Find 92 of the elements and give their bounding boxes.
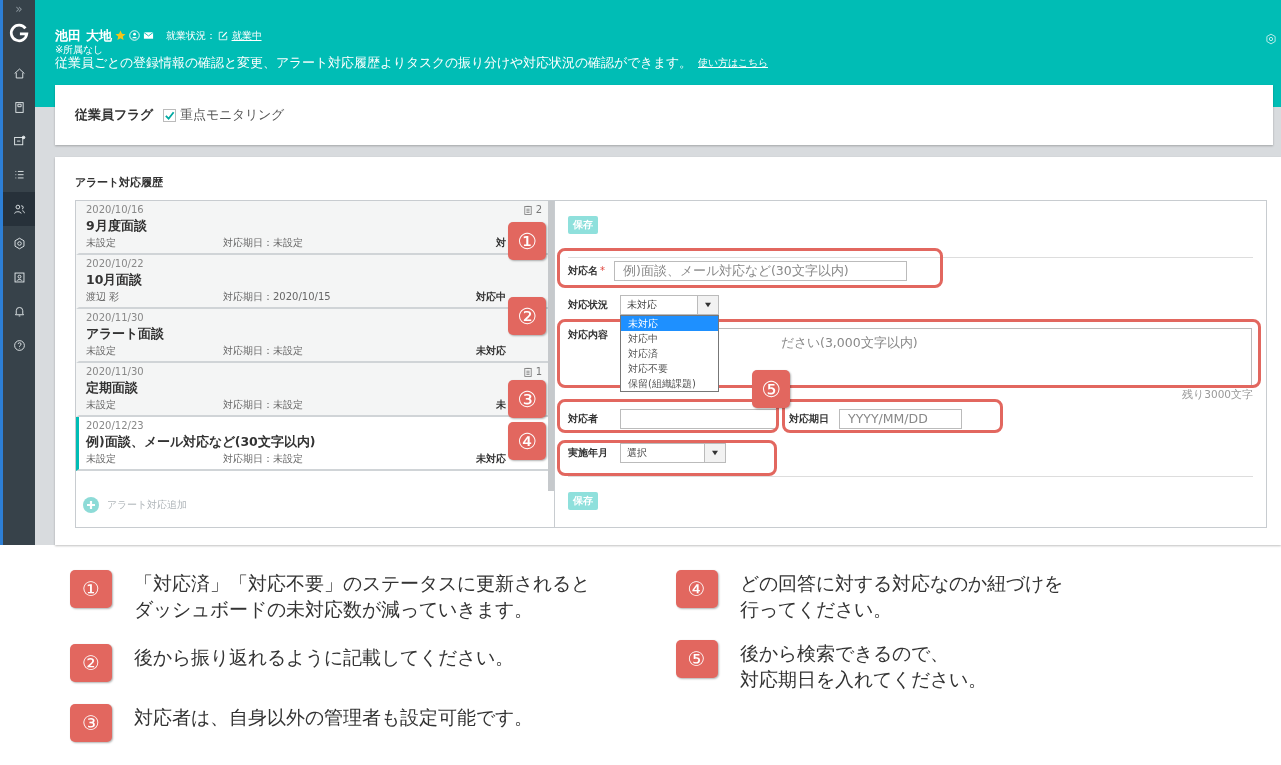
dropdown-option[interactable]: 対応中 [621, 330, 718, 346]
dropdown-option[interactable]: 対応済 [621, 345, 718, 361]
item-assignee: 未設定 [86, 237, 116, 248]
callout-number: ⑤ [752, 370, 790, 408]
scrollbar[interactable] [548, 201, 554, 491]
item-count: 1 [535, 365, 542, 378]
item-date: 2020/11/30 [86, 365, 144, 378]
item-assignee: 未設定 [86, 453, 116, 464]
callout-number: ③ [508, 380, 546, 418]
list-icon [12, 168, 26, 182]
note-text: 対応者は、自身以外の管理者も設定可能です。 [134, 705, 533, 730]
settings-icon [12, 236, 26, 250]
item-due-date: 対応期日：未設定 [223, 453, 303, 464]
callout-number: ② [508, 297, 546, 335]
mail-icon[interactable] [142, 30, 154, 41]
item-title: 9月度面談 [86, 218, 147, 233]
item-due-date: 対応期日：2020/10/15 [223, 291, 331, 302]
flags-label: 従業員フラグ [75, 106, 153, 124]
item-count: 2 [535, 203, 542, 216]
field-label: 対応名 [568, 263, 598, 278]
due-date-input[interactable]: YYYY/MM/DD [839, 408, 962, 429]
add-icon[interactable] [83, 497, 99, 513]
dropdown-option[interactable]: 対応不要 [621, 360, 718, 376]
item-status: 未対応 [476, 344, 506, 357]
people-icon [12, 202, 26, 216]
callout-number: ① [508, 222, 546, 260]
required-mark: * [600, 265, 606, 276]
item-title: 定期面談 [86, 380, 138, 395]
note-text: 対応期日を入れてください。 [739, 667, 987, 692]
card-icon [12, 270, 26, 284]
item-status: 未対応 [476, 452, 506, 465]
clipboard-icon [523, 366, 532, 377]
name-input[interactable]: 例)面談、メール対応など(30文字以内) [614, 260, 907, 281]
clipboard-icon [523, 204, 532, 215]
home-icon [12, 66, 26, 80]
note-text: ダッシュボードの未対応数が減っていきます。 [134, 597, 533, 622]
item-date: 2020/10/22 [86, 257, 144, 270]
field-label: 対応内容 [568, 328, 609, 342]
logo-icon[interactable] [8, 22, 30, 44]
note-text: どの回答に対する対応なのか紐づけを [739, 571, 1063, 596]
caret-icon [711, 449, 719, 456]
user-icon[interactable] [128, 30, 140, 41]
affiliation-text: ※所属なし [55, 44, 104, 55]
bell-icon [12, 304, 26, 318]
field-label: 対応期日 [789, 411, 830, 426]
item-title: アラート面談 [86, 326, 164, 341]
help-icon [12, 338, 26, 352]
item-status: 未 [496, 398, 506, 411]
callout-number: ④ [508, 422, 546, 460]
item-assignee: 渡辺 彩 [86, 291, 120, 302]
item-date: 2020/12/23 [86, 419, 144, 432]
history-item[interactable]: 2020/10/22 10月面談 渡辺 彩 対応期日：2020/10/15 対応中 [76, 255, 548, 309]
checkbox[interactable] [163, 108, 176, 122]
item-date: 2020/10/16 [86, 203, 144, 216]
callout-number: ③ [70, 704, 112, 742]
settings-icon[interactable] [1265, 33, 1277, 45]
chat-icon [12, 134, 26, 148]
callout-number: ② [70, 644, 112, 682]
callout-number: ④ [675, 570, 718, 608]
field-label: 実施年月 [568, 445, 609, 460]
item-status: 対応中 [476, 290, 506, 303]
item-date: 2020/11/30 [86, 311, 144, 324]
callout-number: ⑤ [675, 640, 718, 678]
employee-name: 池田 大地 [55, 26, 112, 45]
section-title: アラート対応履歴 [75, 176, 164, 190]
field-label: 対応状況 [568, 297, 609, 312]
remaining-count: 残り3000文字 [1182, 388, 1253, 400]
edit-icon[interactable] [217, 30, 228, 41]
star-icon[interactable] [114, 30, 126, 41]
caret-icon [704, 301, 712, 308]
page-description: 従業員ごとの登録情報の確認と変更、アラート対応履歴よりタスクの振り分けや対応状況の確認ができます。 [55, 56, 692, 70]
checkbox-label: 重点モニタリング [180, 106, 284, 124]
item-due-date: 対応期日：未設定 [223, 399, 303, 410]
callout-number: ① [70, 570, 112, 608]
item-due-date: 対応期日：未設定 [223, 345, 303, 356]
item-status: 対 [496, 236, 506, 249]
item-title: 例)面談、メール対応など(30文字以内) [86, 434, 316, 449]
month-select[interactable]: 選択 [620, 442, 726, 463]
field-label: 対応者 [568, 411, 599, 426]
note-text: 後から検索できるので、 [739, 641, 949, 666]
work-status-label: 就業状況： [165, 28, 216, 43]
item-assignee: 未設定 [86, 345, 116, 356]
nav-item[interactable] [3, 192, 35, 226]
note-text: 行ってください。 [739, 597, 892, 622]
item-title: 10月面談 [86, 272, 143, 287]
note-text: 「対応済」「対応不要」のステータスに更新されると [134, 571, 590, 596]
item-assignee: 未設定 [86, 399, 116, 410]
book-icon [12, 100, 26, 114]
item-due-date: 対応期日：未設定 [223, 237, 303, 248]
assignee-input[interactable] [620, 408, 777, 429]
note-text: 後から振り返れるように記載してください。 [134, 645, 514, 670]
dropdown-option[interactable]: 保留(組織課題) [621, 375, 718, 391]
